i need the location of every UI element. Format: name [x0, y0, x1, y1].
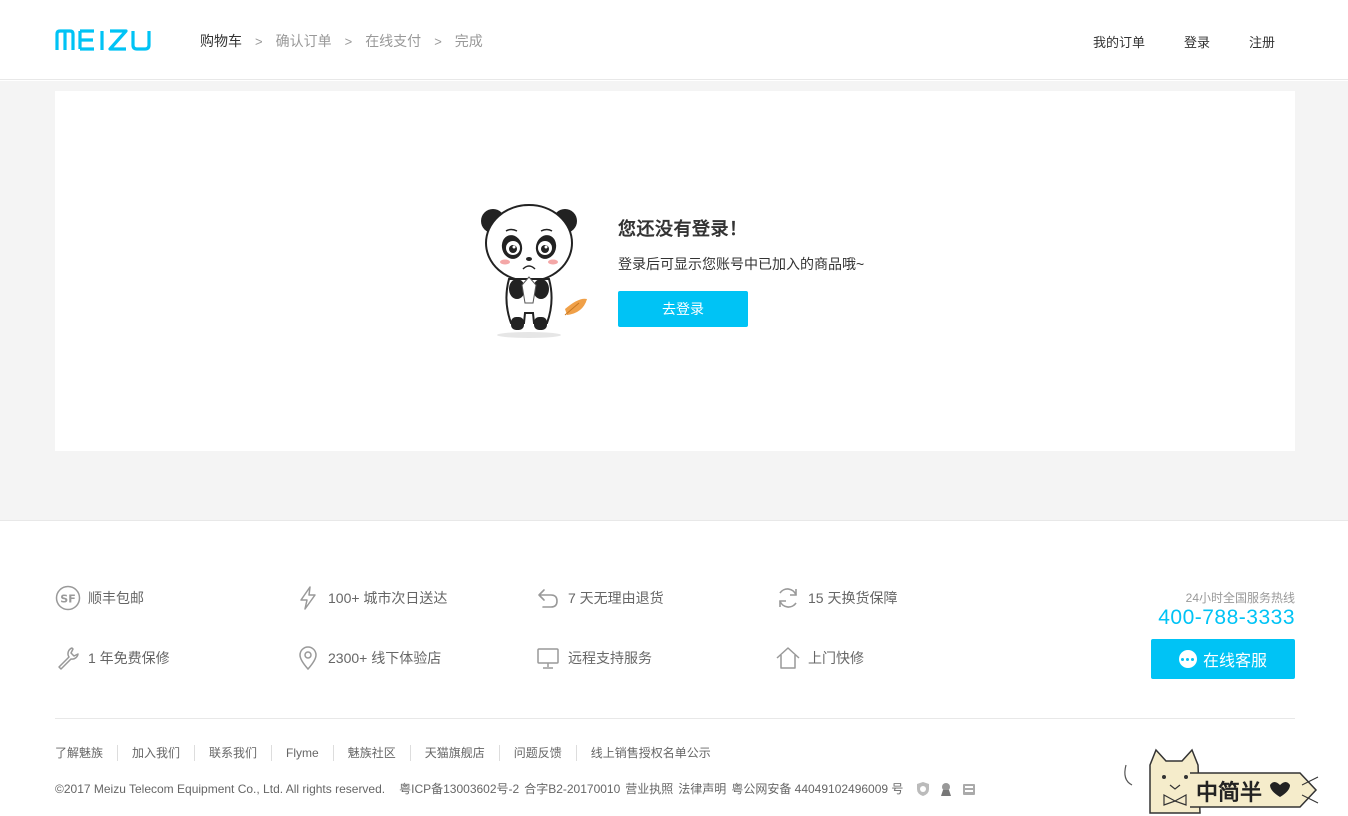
breadcrumb: 购物车 > 确认订单 > 在线支付 > 完成: [200, 31, 483, 51]
police-record-link[interactable]: 粤公网安备 44049102496009 号: [731, 780, 903, 797]
breadcrumb-confirm-order: 确认订单: [275, 33, 332, 49]
not-logged-in-description: 登录后可显示您账号中已加入的商品哦~: [618, 256, 865, 272]
register-link[interactable]: 注册: [1249, 32, 1275, 51]
home-icon: [775, 645, 801, 671]
footer-link-tmall[interactable]: 天猫旗舰店: [409, 745, 499, 761]
business-license-link[interactable]: 营业执照: [625, 780, 673, 797]
footer-link-feedback[interactable]: 问题反馈: [498, 745, 576, 761]
my-orders-link[interactable]: 我的订单: [1093, 32, 1145, 51]
site-header: 购物车 > 确认订单 > 在线支付 > 完成 我的订单 登录 注册: [0, 0, 1348, 80]
not-logged-in-title: 您还没有登录！: [618, 219, 748, 239]
breadcrumb-online-payment: 在线支付: [365, 33, 422, 49]
footer-divider: [55, 718, 1295, 719]
service-item[interactable]: 7 天无理由退货: [535, 585, 664, 611]
police-badge-icon[interactable]: [938, 781, 954, 797]
footer-link-contact[interactable]: 联系我们: [194, 745, 271, 761]
refresh-icon: [775, 585, 801, 611]
service-item[interactable]: 1 年免费保修: [55, 645, 170, 671]
certificate-badge-icon[interactable]: [961, 781, 977, 797]
service-item[interactable]: 2300+ 线下体验店: [295, 645, 441, 671]
meizu-logo[interactable]: [55, 29, 170, 51]
service-label: 100+ 城市次日送达: [328, 590, 448, 606]
footer-link-about[interactable]: 了解魅族: [55, 745, 117, 761]
location-pin-icon: [295, 645, 321, 671]
footer-link-flyme[interactable]: Flyme: [271, 745, 333, 761]
online-customer-service-button[interactable]: 在线客服: [1151, 639, 1295, 679]
copyright-bar: ©2017 Meizu Telecom Equipment Co., Ltd. …: [55, 780, 977, 797]
top-nav: 我的订单 登录 注册: [1093, 32, 1275, 51]
legal-notice-link[interactable]: 法律声明: [678, 780, 726, 797]
panda-illustration: [481, 204, 587, 338]
cat-watermark: 中简半: [1124, 748, 1319, 814]
return-icon: [535, 585, 561, 611]
wrench-icon: [55, 645, 81, 671]
breadcrumb-separator: >: [344, 33, 353, 49]
monitor-icon: [535, 645, 561, 671]
go-login-button[interactable]: 去登录: [618, 291, 748, 327]
service-label: 上门快修: [808, 650, 864, 666]
cs-button-label: 在线客服: [1202, 653, 1267, 670]
breadcrumb-separator: >: [255, 33, 263, 49]
service-item[interactable]: 100+ 城市次日送达: [295, 585, 447, 611]
service-item[interactable]: 15 天换货保障: [775, 585, 897, 611]
service-label: 远程支持服务: [568, 650, 652, 666]
service-label: 1 年免费保修: [88, 650, 170, 666]
hotline-number: 400-788-3333: [1158, 606, 1295, 629]
hotline-label: 24小时全国服务热线: [1185, 591, 1295, 605]
empty-cart-card: 您还没有登录！ 登录后可显示您账号中已加入的商品哦~ 去登录: [55, 91, 1295, 451]
footer-links: 了解魅族 加入我们 联系我们 Flyme 魅族社区 天猫旗舰店 问题反馈 线上销…: [55, 745, 725, 761]
service-label: 2300+ 线下体验店: [328, 650, 442, 666]
lightning-icon: [295, 585, 321, 611]
copyright-text: ©2017 Meizu Telecom Equipment Co., Ltd. …: [55, 781, 386, 796]
breadcrumb-cart: 购物车: [200, 33, 242, 49]
footer-link-join[interactable]: 加入我们: [117, 745, 194, 761]
svg-text:SF: SF: [60, 593, 75, 606]
footer-link-authorized-list[interactable]: 线上销售授权名单公示: [575, 745, 725, 761]
watermark-text: 中简半: [1196, 780, 1262, 806]
service-item[interactable]: 上门快修: [775, 645, 864, 671]
license-text: 合字B2-20170010: [524, 782, 621, 796]
service-item[interactable]: SF 顺丰包邮: [55, 585, 144, 611]
chat-bubble-icon: [1178, 650, 1197, 668]
service-label: 7 天无理由退货: [568, 590, 664, 606]
sf-express-icon: SF: [55, 585, 81, 611]
service-item[interactable]: 远程支持服务: [535, 645, 652, 671]
breadcrumb-done: 完成: [454, 33, 483, 49]
breadcrumb-separator: >: [434, 33, 442, 49]
service-label: 15 天换货保障: [808, 590, 898, 606]
login-link[interactable]: 登录: [1184, 32, 1210, 51]
service-label: 顺丰包邮: [88, 590, 144, 606]
footer-link-community[interactable]: 魅族社区: [332, 745, 410, 761]
icp-link[interactable]: 粤ICP备13003602号-2: [399, 780, 519, 797]
shield-badge-icon[interactable]: [915, 781, 931, 797]
